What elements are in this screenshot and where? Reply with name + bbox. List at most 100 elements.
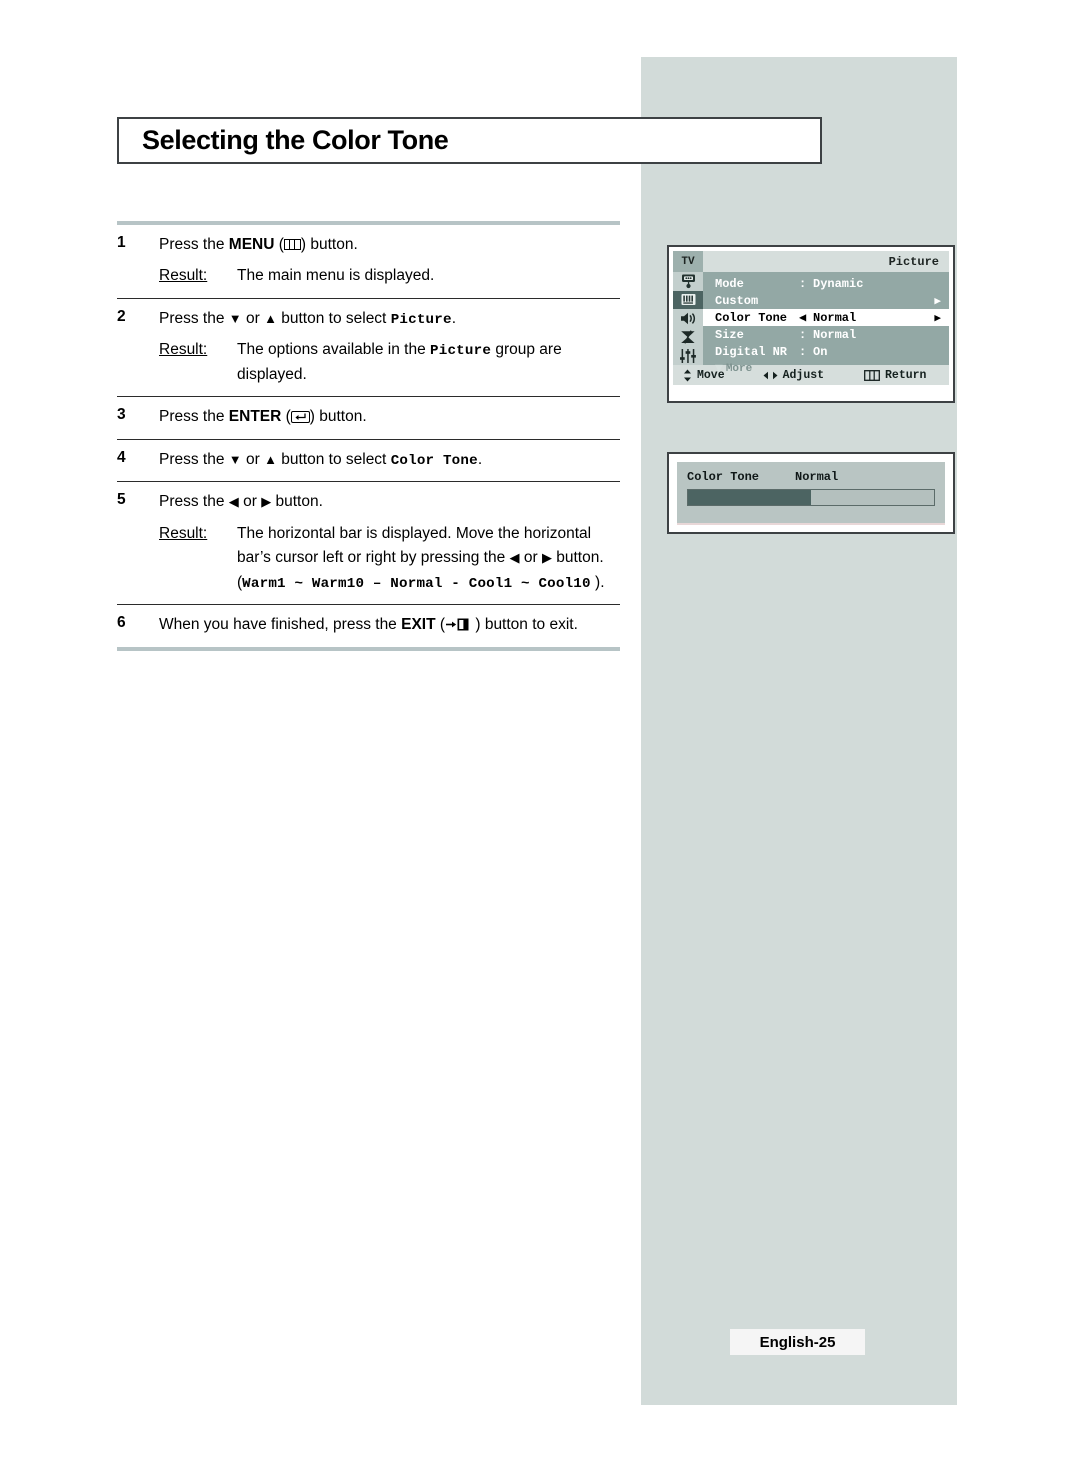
- step-text-mid: button to select: [276, 309, 391, 327]
- arrow-down-icon: ▼: [228, 451, 242, 467]
- step-number: 1: [117, 234, 126, 251]
- tv-monitor-icon[interactable]: [673, 272, 703, 291]
- step-number: 6: [117, 614, 126, 632]
- osd-bar-label: Color Tone: [687, 470, 760, 484]
- steps-bottom-rule: [117, 646, 620, 651]
- step-1: 1 Press the MENU () button. Result: The …: [117, 225, 620, 298]
- osd-row-label: Digital NR: [715, 344, 788, 359]
- osd-bar-fill: [688, 490, 811, 505]
- updown-arrows-icon: [683, 369, 692, 382]
- step-number: 2: [117, 307, 126, 325]
- osd-bar-value: Normal: [795, 470, 839, 484]
- menu-icon: [283, 239, 301, 250]
- osd-bar-labels: Color Tone Normal: [687, 470, 935, 484]
- arrow-down-icon: ▼: [228, 310, 242, 326]
- osd-row-value: Normal: [813, 310, 857, 325]
- osd-row-more[interactable]: ▼ More: [703, 360, 949, 377]
- osd-bar-track[interactable]: [687, 489, 935, 506]
- menu-item-picture: Picture: [430, 343, 492, 360]
- step-number: 3: [117, 406, 126, 424]
- sliders-icon[interactable]: [673, 346, 703, 365]
- step-text-mid: button to select: [276, 450, 391, 468]
- paren-close: ) button.: [309, 408, 367, 426]
- paren-close: ) button to exit.: [471, 616, 578, 634]
- step-number: 5: [117, 491, 126, 509]
- paren-open: (: [281, 408, 291, 426]
- picture-bars-icon[interactable]: [673, 290, 703, 310]
- step-text: Press the: [159, 493, 229, 511]
- osd-menu-list: Mode: Dynamic Custom ▶ Color Tone ◀ Normal ▶ …: [703, 272, 949, 375]
- osd-color-tone-bar-panel: Color Tone Normal: [667, 452, 955, 534]
- osd-bar-baseline: [677, 523, 945, 525]
- osd-row-label: Size: [715, 327, 744, 342]
- result-label: Result:: [159, 524, 208, 542]
- osd-row-separator: :: [799, 344, 807, 359]
- osd-row-label: Mode: [715, 276, 744, 291]
- osd-bar-inner: Color Tone Normal: [677, 462, 945, 525]
- chevron-left-icon: ◀: [799, 311, 807, 325]
- result-text: The horizontal bar is displayed. Move th…: [237, 522, 620, 595]
- step-body: Press the ENTER () button.: [159, 405, 620, 429]
- step-text: Press the: [159, 309, 229, 327]
- result-text: The options available in the Picture gro…: [237, 338, 620, 387]
- osd-row-size[interactable]: Size: Normal: [703, 326, 949, 343]
- osd-row-value: Dynamic: [813, 276, 864, 291]
- arrow-right-icon: ▶: [541, 550, 552, 566]
- result-label: Result:: [159, 341, 208, 359]
- osd-row-separator: :: [799, 327, 807, 342]
- osd-row-color-tone[interactable]: Color Tone ◀ Normal ▶: [703, 309, 949, 326]
- osd-header: TV Picture: [673, 251, 949, 272]
- satellite-dish-icon[interactable]: [673, 328, 703, 347]
- arrow-down-icon: ▼: [715, 361, 723, 376]
- step-body: Press the MENU () button. Result: The ma…: [159, 233, 620, 289]
- conjunction: or: [241, 450, 265, 468]
- osd-row-label: Custom: [715, 293, 759, 308]
- page-title-box: Selecting the Color Tone: [117, 117, 822, 164]
- exit-button-name: EXIT: [401, 616, 436, 634]
- osd-picture-menu: TV Picture Mode: Dynamic Custom ▶ Color…: [667, 245, 955, 403]
- paren-open: (: [274, 236, 284, 253]
- step-text-tail: .: [451, 309, 456, 327]
- step-4: 4 Press the ▼ or ▲ button to select Colo…: [117, 440, 620, 481]
- osd-source-label: TV: [673, 251, 703, 272]
- step-body: Press the ▼ or ▲ button to select Pictur…: [159, 307, 620, 387]
- result-label: Result:: [159, 267, 208, 285]
- page-number-label: English-25: [759, 1333, 836, 1351]
- arrow-up-icon: ▲: [264, 310, 277, 326]
- osd-row-label: Color Tone: [715, 310, 788, 325]
- step-text: Press the: [159, 408, 229, 426]
- osd-row-mode[interactable]: Mode: Dynamic: [703, 275, 949, 292]
- exit-icon: [445, 617, 471, 632]
- osd-menu-title: Picture: [888, 254, 939, 269]
- osd-row-digital-nr[interactable]: Digital NR: On: [703, 343, 949, 360]
- osd-row-separator: :: [799, 276, 807, 291]
- step-3: 3 Press the ENTER () button.: [117, 397, 620, 438]
- conjunction: or: [519, 549, 542, 567]
- step-body: Press the ◀ or ▶ button. Result: The hor…: [159, 490, 620, 595]
- step-5: 5 Press the ◀ or ▶ button. Result: The h…: [117, 482, 620, 604]
- step-2: 2 Press the ▼ or ▲ button to select Pict…: [117, 299, 620, 396]
- speaker-icon[interactable]: [673, 309, 703, 328]
- page-footer: English-25: [730, 1329, 865, 1355]
- menu-item-picture: Picture: [390, 311, 452, 328]
- step-text: Press the: [159, 450, 229, 468]
- instruction-steps: 1 Press the MENU () button. Result: The …: [117, 221, 620, 651]
- menu-button-name: MENU: [228, 236, 275, 253]
- page-title: Selecting the Color Tone: [142, 125, 449, 155]
- chevron-right-icon: ▶: [934, 312, 941, 325]
- enter-icon: [290, 411, 310, 424]
- arrow-right-icon: ▶: [261, 494, 272, 510]
- step-text: Press the: [159, 236, 229, 253]
- step-6: 6 When you have finished, press the EXIT…: [117, 605, 620, 646]
- arrow-left-icon: ◀: [509, 550, 520, 566]
- menu-item-color-tone: Color Tone: [390, 452, 478, 469]
- osd-row-custom[interactable]: Custom ▶: [703, 292, 949, 309]
- conjunction: or: [238, 493, 262, 511]
- result-text: The main menu is displayed.: [237, 267, 435, 285]
- step-body: Press the ▼ or ▲ button to select Color …: [159, 448, 620, 472]
- osd-row-value: On: [813, 344, 828, 359]
- arrow-up-icon: ▲: [264, 451, 277, 467]
- step-text-mid: button.: [271, 493, 323, 511]
- step-body: When you have finished, press the EXIT (…: [159, 613, 620, 637]
- result-row: Result: The main menu is displayed.: [159, 264, 620, 288]
